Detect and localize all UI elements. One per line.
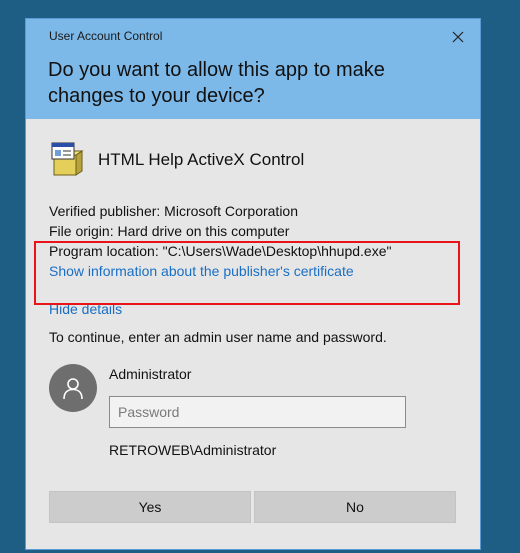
credentials-prompt: To continue, enter an admin user name an…: [49, 329, 387, 345]
dialog-caption: User Account Control: [49, 29, 163, 43]
hide-details-link[interactable]: Hide details: [49, 301, 122, 317]
domain-username: RETROWEB\Administrator: [109, 442, 277, 458]
close-icon: [452, 31, 464, 43]
origin-text: File origin: Hard drive on this computer: [49, 223, 290, 239]
location-text: Program location: "C:\Users\Wade\Desktop…: [49, 243, 392, 259]
certificate-link[interactable]: Show information about the publisher's c…: [49, 261, 391, 281]
app-name: HTML Help ActiveX Control: [98, 150, 305, 169]
yes-button[interactable]: Yes: [49, 491, 251, 523]
dialog-header: User Account Control Do you want to allo…: [26, 19, 480, 119]
avatar: [49, 364, 97, 412]
username-label: Administrator: [109, 366, 192, 382]
uac-dialog: User Account Control Do you want to allo…: [25, 18, 481, 550]
app-info: HTML Help ActiveX Control: [48, 141, 304, 179]
password-field[interactable]: [109, 396, 406, 428]
user-icon: [63, 378, 83, 400]
no-button[interactable]: No: [254, 491, 456, 523]
dialog-question: Do you want to allow this app to make ch…: [48, 59, 385, 107]
publisher-text: Verified publisher: Microsoft Corporatio…: [49, 203, 299, 219]
application-window-icon: [51, 142, 84, 176]
close-button[interactable]: [446, 25, 470, 49]
details-section: Verified publisher: Microsoft Corporatio…: [49, 201, 391, 281]
